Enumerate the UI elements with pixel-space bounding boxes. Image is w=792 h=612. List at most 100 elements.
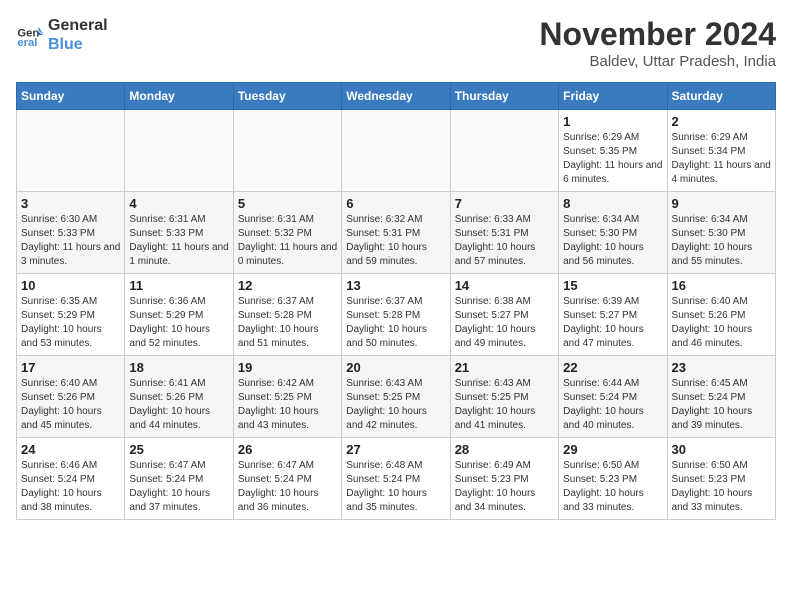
calendar-table: SundayMondayTuesdayWednesdayThursdayFrid… bbox=[16, 82, 776, 520]
day-number: 5 bbox=[238, 196, 337, 211]
calendar-cell: 25 Sunrise: 6:47 AM Sunset: 5:24 PM Dayli… bbox=[125, 438, 233, 520]
day-number: 14 bbox=[455, 278, 554, 293]
day-number: 11 bbox=[129, 278, 228, 293]
calendar-cell: 12 Sunrise: 6:37 AM Sunset: 5:28 PM Dayli… bbox=[233, 274, 341, 356]
calendar-cell: 24 Sunrise: 6:46 AM Sunset: 5:24 PM Dayli… bbox=[17, 438, 125, 520]
calendar-cell: 21 Sunrise: 6:43 AM Sunset: 5:25 PM Dayli… bbox=[450, 356, 558, 438]
calendar-cell: 10 Sunrise: 6:35 AM Sunset: 5:29 PM Dayli… bbox=[17, 274, 125, 356]
day-info: Sunrise: 6:43 AM Sunset: 5:25 PM Dayligh… bbox=[455, 377, 554, 433]
day-header-friday: Friday bbox=[559, 83, 667, 110]
day-number: 2 bbox=[672, 114, 771, 129]
day-number: 1 bbox=[563, 114, 662, 129]
day-number: 17 bbox=[21, 360, 120, 375]
calendar-cell bbox=[450, 110, 558, 192]
day-number: 24 bbox=[21, 442, 120, 457]
calendar-cell: 26Sunrise: 6:47 AM Sunset: 5:24 PM Dayli… bbox=[233, 438, 341, 520]
day-number: 7 bbox=[455, 196, 554, 211]
logo: Gen eral General Blue bbox=[16, 16, 108, 54]
calendar-cell: 7 Sunrise: 6:33 AM Sunset: 5:31 PM Daylig… bbox=[450, 192, 558, 274]
day-number: 29 bbox=[563, 442, 662, 457]
day-number: 25 bbox=[129, 442, 228, 457]
day-number: 15 bbox=[563, 278, 662, 293]
day-number: 27 bbox=[346, 442, 445, 457]
calendar-cell: 1 Sunrise: 6:29 AM Sunset: 5:35 PM Daylig… bbox=[559, 110, 667, 192]
calendar-header-row: SundayMondayTuesdayWednesdayThursdayFrid… bbox=[17, 83, 776, 110]
calendar-cell: 5 Sunrise: 6:31 AM Sunset: 5:32 PM Daylig… bbox=[233, 192, 341, 274]
day-info: Sunrise: 6:45 AM Sunset: 5:24 PM Dayligh… bbox=[672, 377, 771, 433]
day-info: Sunrise: 6:37 AM Sunset: 5:28 PM Dayligh… bbox=[238, 295, 337, 351]
calendar-cell: 8Sunrise: 6:34 AM Sunset: 5:30 PM Daylig… bbox=[559, 192, 667, 274]
calendar-cell bbox=[233, 110, 341, 192]
day-info: Sunrise: 6:43 AM Sunset: 5:25 PM Dayligh… bbox=[346, 377, 445, 433]
day-header-sunday: Sunday bbox=[17, 83, 125, 110]
calendar-cell: 18 Sunrise: 6:41 AM Sunset: 5:26 PM Dayli… bbox=[125, 356, 233, 438]
day-number: 20 bbox=[346, 360, 445, 375]
calendar-week-row: 24 Sunrise: 6:46 AM Sunset: 5:24 PM Dayli… bbox=[17, 438, 776, 520]
calendar-cell: 20 Sunrise: 6:43 AM Sunset: 5:25 PM Dayli… bbox=[342, 356, 450, 438]
day-info: Sunrise: 6:49 AM Sunset: 5:23 PM Dayligh… bbox=[455, 459, 554, 515]
calendar-cell: 28 Sunrise: 6:49 AM Sunset: 5:23 PM Dayli… bbox=[450, 438, 558, 520]
day-info: Sunrise: 6:44 AM Sunset: 5:24 PM Dayligh… bbox=[563, 377, 662, 433]
calendar-cell: 11 Sunrise: 6:36 AM Sunset: 5:29 PM Dayli… bbox=[125, 274, 233, 356]
day-info: Sunrise: 6:47 AM Sunset: 5:24 PM Dayligh… bbox=[129, 459, 228, 515]
calendar-week-row: 17 Sunrise: 6:40 AM Sunset: 5:26 PM Dayli… bbox=[17, 356, 776, 438]
calendar-cell: 19 Sunrise: 6:42 AM Sunset: 5:25 PM Dayli… bbox=[233, 356, 341, 438]
calendar-cell: 3Sunrise: 6:30 AM Sunset: 5:33 PM Daylig… bbox=[17, 192, 125, 274]
day-info: Sunrise: 6:41 AM Sunset: 5:26 PM Dayligh… bbox=[129, 377, 228, 433]
day-info: Sunrise: 6:31 AM Sunset: 5:33 PM Dayligh… bbox=[129, 213, 228, 269]
day-info: Sunrise: 6:40 AM Sunset: 5:26 PM Dayligh… bbox=[21, 377, 120, 433]
calendar-cell: 14 Sunrise: 6:38 AM Sunset: 5:27 PM Dayli… bbox=[450, 274, 558, 356]
day-info: Sunrise: 6:31 AM Sunset: 5:32 PM Dayligh… bbox=[238, 213, 337, 269]
day-number: 19 bbox=[238, 360, 337, 375]
month-title: November 2024 bbox=[539, 16, 776, 53]
day-info: Sunrise: 6:47 AM Sunset: 5:24 PM Dayligh… bbox=[238, 459, 337, 515]
day-info: Sunrise: 6:42 AM Sunset: 5:25 PM Dayligh… bbox=[238, 377, 337, 433]
calendar-cell: 29 Sunrise: 6:50 AM Sunset: 5:23 PM Dayli… bbox=[559, 438, 667, 520]
day-info: Sunrise: 6:33 AM Sunset: 5:31 PM Dayligh… bbox=[455, 213, 554, 269]
logo-line2: Blue bbox=[48, 35, 108, 54]
day-header-wednesday: Wednesday bbox=[342, 83, 450, 110]
calendar-week-row: 10 Sunrise: 6:35 AM Sunset: 5:29 PM Dayli… bbox=[17, 274, 776, 356]
logo-icon: Gen eral bbox=[16, 21, 44, 49]
day-header-saturday: Saturday bbox=[667, 83, 775, 110]
day-info: Sunrise: 6:50 AM Sunset: 5:23 PM Dayligh… bbox=[563, 459, 662, 515]
day-header-thursday: Thursday bbox=[450, 83, 558, 110]
calendar-cell: 27 Sunrise: 6:48 AM Sunset: 5:24 PM Dayli… bbox=[342, 438, 450, 520]
calendar-cell bbox=[342, 110, 450, 192]
day-number: 21 bbox=[455, 360, 554, 375]
day-info: Sunrise: 6:35 AM Sunset: 5:29 PM Dayligh… bbox=[21, 295, 120, 351]
calendar-cell: 23 Sunrise: 6:45 AM Sunset: 5:24 PM Dayli… bbox=[667, 356, 775, 438]
day-number: 6 bbox=[346, 196, 445, 211]
day-info: Sunrise: 6:39 AM Sunset: 5:27 PM Dayligh… bbox=[563, 295, 662, 351]
day-header-monday: Monday bbox=[125, 83, 233, 110]
day-number: 22 bbox=[563, 360, 662, 375]
day-number: 18 bbox=[129, 360, 228, 375]
calendar-body: 1 Sunrise: 6:29 AM Sunset: 5:35 PM Daylig… bbox=[17, 110, 776, 520]
calendar-cell: 2 Sunrise: 6:29 AM Sunset: 5:34 PM Daylig… bbox=[667, 110, 775, 192]
logo-line1: General bbox=[48, 16, 108, 35]
day-info: Sunrise: 6:50 AM Sunset: 5:23 PM Dayligh… bbox=[672, 459, 771, 515]
calendar-cell bbox=[17, 110, 125, 192]
calendar-cell: 13Sunrise: 6:37 AM Sunset: 5:28 PM Dayli… bbox=[342, 274, 450, 356]
calendar-cell: 6Sunrise: 6:32 AM Sunset: 5:31 PM Daylig… bbox=[342, 192, 450, 274]
calendar-cell: 9Sunrise: 6:34 AM Sunset: 5:30 PM Daylig… bbox=[667, 192, 775, 274]
location-title: Baldev, Uttar Pradesh, India bbox=[539, 53, 776, 70]
calendar-cell bbox=[125, 110, 233, 192]
day-info: Sunrise: 6:48 AM Sunset: 5:24 PM Dayligh… bbox=[346, 459, 445, 515]
day-info: Sunrise: 6:29 AM Sunset: 5:35 PM Dayligh… bbox=[563, 131, 662, 187]
day-number: 16 bbox=[672, 278, 771, 293]
day-info: Sunrise: 6:38 AM Sunset: 5:27 PM Dayligh… bbox=[455, 295, 554, 351]
day-info: Sunrise: 6:36 AM Sunset: 5:29 PM Dayligh… bbox=[129, 295, 228, 351]
calendar-cell: 4Sunrise: 6:31 AM Sunset: 5:33 PM Daylig… bbox=[125, 192, 233, 274]
day-number: 9 bbox=[672, 196, 771, 211]
day-number: 13 bbox=[346, 278, 445, 293]
calendar-week-row: 1 Sunrise: 6:29 AM Sunset: 5:35 PM Daylig… bbox=[17, 110, 776, 192]
day-number: 12 bbox=[238, 278, 337, 293]
day-number: 23 bbox=[672, 360, 771, 375]
day-info: Sunrise: 6:46 AM Sunset: 5:24 PM Dayligh… bbox=[21, 459, 120, 515]
day-number: 28 bbox=[455, 442, 554, 457]
day-number: 10 bbox=[21, 278, 120, 293]
calendar-cell: 17 Sunrise: 6:40 AM Sunset: 5:26 PM Dayli… bbox=[17, 356, 125, 438]
header: Gen eral General Blue November 2024 Bald… bbox=[16, 16, 776, 70]
day-info: Sunrise: 6:29 AM Sunset: 5:34 PM Dayligh… bbox=[672, 131, 771, 187]
